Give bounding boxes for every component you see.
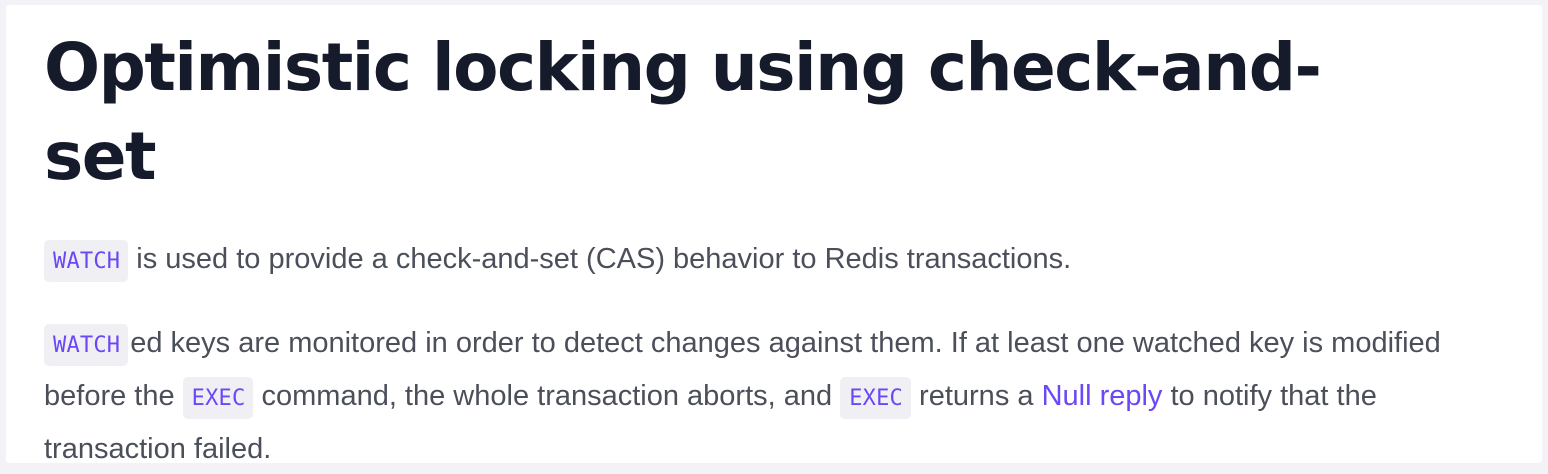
watch-code: WATCH	[44, 324, 129, 366]
null-reply-link[interactable]: Null reply	[1042, 380, 1163, 412]
details-text: returns a	[911, 380, 1042, 412]
watch-code: WATCH	[44, 240, 129, 282]
content-card: Optimistic locking using check-and-set W…	[6, 5, 1542, 465]
details-paragraph: WATCH ed keys are monitored in order to d…	[44, 318, 1474, 474]
exec-code: EXEC	[182, 377, 254, 419]
intro-text: is used to provide a check-and-set (CAS)…	[128, 243, 1072, 275]
intro-paragraph: WATCH is used to provide a check-and-set…	[44, 234, 1542, 287]
exec-code: EXEC	[840, 377, 911, 419]
details-text: command, the whole transaction aborts, a…	[253, 380, 841, 412]
section-heading: Optimistic locking using check-and-set	[44, 29, 1322, 195]
